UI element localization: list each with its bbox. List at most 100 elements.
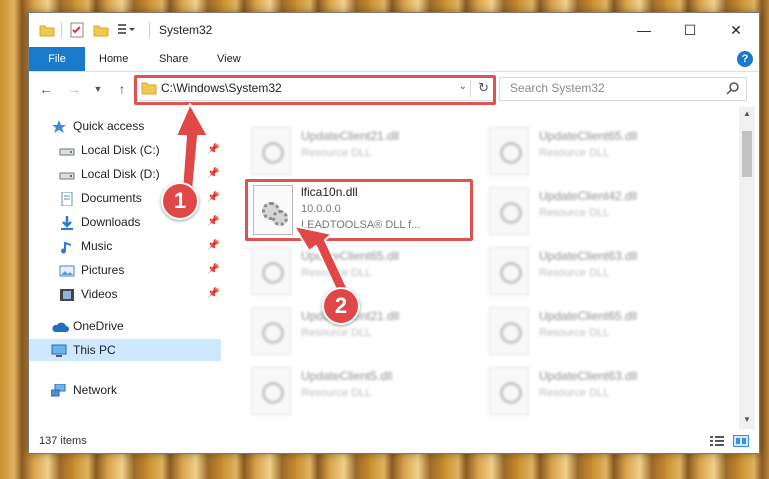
- search-placeholder: Search System32: [510, 81, 605, 95]
- star-icon: [51, 119, 67, 133]
- status-bar: 137 items: [29, 431, 759, 453]
- file-name: UpdateClient65.dll: [539, 309, 638, 323]
- tiles-view-icon[interactable]: [733, 435, 749, 447]
- file-name: UpdateClient63.dll: [539, 369, 638, 383]
- navigation-pane: Quick access Local Disk (C:) 📌 Local Dis…: [29, 107, 221, 429]
- pin-icon[interactable]: 📌: [207, 288, 219, 299]
- pin-icon[interactable]: 📌: [207, 168, 219, 179]
- file-tile[interactable]: UpdateClient65.dll Resource DLL: [251, 241, 481, 297]
- tab-file[interactable]: File: [29, 47, 85, 71]
- pictures-icon: [59, 263, 75, 277]
- file-type: Resource DLL: [301, 387, 372, 399]
- up-button[interactable]: ↑: [113, 79, 131, 99]
- folder-icon[interactable]: [39, 22, 55, 38]
- item-count: 137 items: [39, 435, 87, 447]
- ribbon-tabs: File Home Share View ?: [29, 47, 759, 72]
- documents-icon: [59, 191, 75, 207]
- pin-icon[interactable]: 📌: [207, 192, 219, 203]
- file-name: UpdateClient65.dll: [301, 249, 400, 263]
- file-tile[interactable]: UpdateClient63.dll Resource DLL: [489, 361, 719, 417]
- file-tile[interactable]: UpdateClient65.dll Resource DLL: [489, 301, 719, 357]
- tab-home[interactable]: Home: [99, 47, 128, 71]
- file-tile[interactable]: UpdateClient65.dll Resource DLL: [489, 121, 719, 177]
- cloud-icon: [51, 319, 69, 333]
- dll-file-icon: [251, 367, 291, 415]
- file-type: Resource DLL: [301, 327, 372, 339]
- music-icon: [59, 239, 75, 254]
- file-tile[interactable]: UpdateClient63.dll Resource DLL: [489, 241, 719, 297]
- file-type: Resource DLL: [301, 147, 372, 159]
- customize-toolbar-icon[interactable]: [117, 22, 139, 38]
- maximize-button[interactable]: ☐: [667, 13, 713, 47]
- file-type: Resource DLL: [301, 267, 372, 279]
- address-highlight-box: [134, 75, 496, 105]
- nav-label: Network: [73, 383, 118, 397]
- file-tile[interactable]: UpdateClient21.dll Resource DLL: [251, 121, 481, 177]
- step-1-badge: 1: [161, 182, 199, 220]
- details-view-icon[interactable]: [709, 435, 725, 447]
- scroll-down-icon[interactable]: ▼: [743, 415, 751, 424]
- network-icon: [50, 383, 67, 397]
- file-type: Resource DLL: [539, 267, 610, 279]
- recent-locations-button[interactable]: ▼: [89, 79, 107, 99]
- dll-file-icon: [489, 247, 529, 295]
- file-tile[interactable]: UpdateClient5.dll Resource DLL: [251, 361, 481, 417]
- window-title: System32: [159, 23, 213, 37]
- step-2-badge: 2: [322, 287, 360, 325]
- dll-file-icon: [251, 247, 291, 295]
- nav-label: Downloads: [81, 215, 141, 229]
- tab-share[interactable]: Share: [159, 47, 188, 71]
- nav-label: Pictures: [81, 263, 125, 277]
- explorer-window: System32 — ☐ ✕ File Home Share View ? ← …: [28, 12, 760, 454]
- nav-label: Music: [81, 239, 113, 253]
- file-type: Resource DLL: [539, 387, 610, 399]
- nav-label: Local Disk (D:): [81, 167, 160, 181]
- dll-file-icon: [489, 127, 529, 175]
- new-folder-icon[interactable]: [93, 22, 109, 38]
- help-icon[interactable]: ?: [737, 51, 753, 67]
- file-name: UpdateClient5.dll: [301, 369, 393, 383]
- file-list: UpdateClient21.dll Resource DLL UpdateCl…: [225, 107, 741, 429]
- scroll-up-icon[interactable]: ▲: [743, 109, 751, 118]
- file-name: UpdateClient42.dll: [539, 189, 638, 203]
- properties-icon[interactable]: [69, 22, 85, 38]
- dll-file-icon: [489, 367, 529, 415]
- nav-label: Quick access: [73, 119, 145, 133]
- drive-icon: [59, 167, 75, 181]
- file-type: Resource DLL: [539, 327, 610, 339]
- pin-icon[interactable]: 📌: [207, 144, 219, 155]
- title-bar: System32 — ☐ ✕: [29, 13, 759, 47]
- dll-file-icon: [489, 187, 529, 235]
- tab-view[interactable]: View: [217, 47, 241, 71]
- file-type: Resource DLL: [539, 147, 610, 159]
- file-name: UpdateClient65.dll: [539, 129, 638, 143]
- back-button[interactable]: ←: [37, 79, 55, 99]
- dll-file-icon: [251, 127, 291, 175]
- file-name: UpdateClient21.dll: [301, 129, 400, 143]
- dll-file-icon: [489, 307, 529, 355]
- toolbar-separator: [149, 22, 150, 38]
- search-icon[interactable]: [726, 81, 740, 95]
- nav-label: This PC: [73, 343, 116, 357]
- pin-icon[interactable]: 📌: [207, 240, 219, 251]
- drive-icon: [59, 143, 75, 157]
- nav-label: OneDrive: [73, 319, 124, 333]
- pin-icon[interactable]: 📌: [207, 264, 219, 275]
- search-input[interactable]: Search System32: [499, 77, 747, 101]
- vertical-scrollbar[interactable]: ▲ ▼: [739, 107, 755, 429]
- scroll-thumb[interactable]: [742, 131, 752, 177]
- file-tile[interactable]: UpdateClient21.dll Resource DLL: [251, 301, 481, 357]
- downloads-icon: [59, 215, 75, 230]
- forward-button[interactable]: →: [65, 79, 83, 99]
- close-button[interactable]: ✕: [713, 13, 759, 47]
- nav-label: Documents: [81, 191, 142, 205]
- file-tile[interactable]: UpdateClient42.dll Resource DLL: [489, 181, 719, 237]
- toolbar-separator: [61, 22, 62, 38]
- file-name: UpdateClient63.dll: [539, 249, 638, 263]
- pin-icon[interactable]: 📌: [207, 216, 219, 227]
- file-highlight-box: [245, 179, 473, 241]
- videos-icon: [59, 287, 75, 301]
- minimize-button[interactable]: —: [621, 13, 667, 47]
- file-type: Resource DLL: [539, 207, 610, 219]
- nav-label: Videos: [81, 287, 118, 301]
